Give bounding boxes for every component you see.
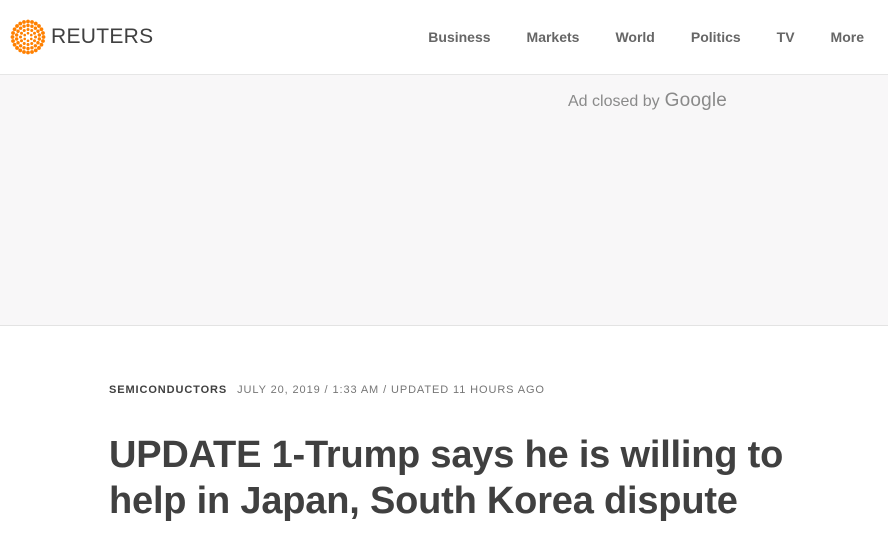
nav-world[interactable]: World [597, 0, 672, 75]
nav-more[interactable]: More [813, 0, 888, 75]
article-meta: SEMICONDUCTORS JULY 20, 2019 / 1:33 AM /… [109, 384, 849, 396]
reuters-logo[interactable]: REUTERS [10, 19, 153, 55]
brand-name: REUTERS [51, 25, 154, 48]
ad-closed-text: Ad closed by [568, 93, 660, 110]
nav-politics[interactable]: Politics [673, 0, 759, 75]
google-logo: Google [664, 90, 728, 111]
nav-tv[interactable]: TV [759, 0, 813, 75]
ad-slot: Ad closed by Google [0, 75, 888, 326]
site-header: REUTERS Business Markets World Politics … [0, 0, 888, 75]
article-headline: UPDATE 1-Trump says he is willing to hel… [109, 434, 784, 522]
article: SEMICONDUCTORS JULY 20, 2019 / 1:33 AM /… [109, 384, 849, 524]
section-link[interactable]: SEMICONDUCTORS [109, 384, 227, 396]
nav-markets[interactable]: Markets [509, 0, 598, 75]
ad-closed-notice: Ad closed by Google [568, 90, 727, 112]
publish-date: JULY 20, 2019 / 1:33 AM / UPDATED 11 HOU… [237, 384, 545, 396]
reuters-logo-icon [10, 19, 46, 55]
nav-business[interactable]: Business [410, 0, 508, 75]
main-nav: Business Markets World Politics TV More [410, 0, 888, 75]
